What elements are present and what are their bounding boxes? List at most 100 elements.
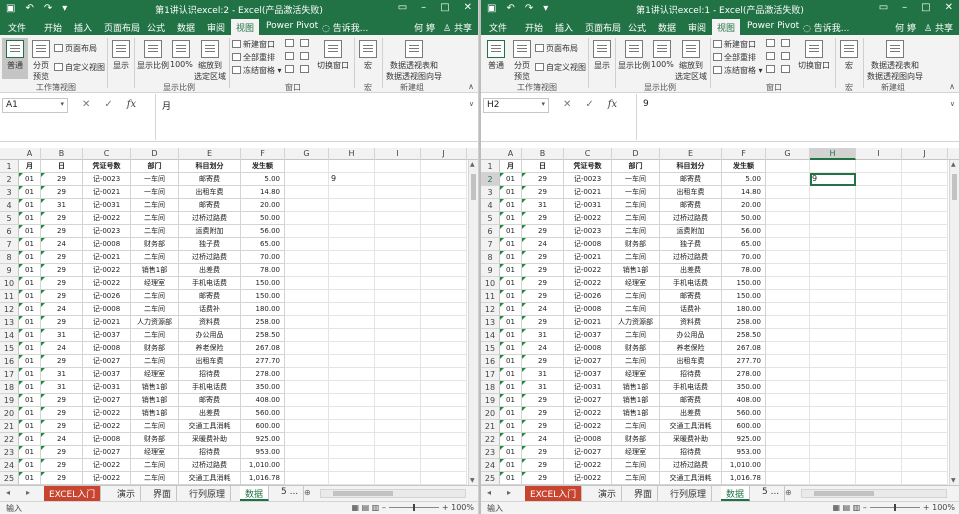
- table-cell[interactable]: 29: [41, 446, 83, 459]
- empty-cell[interactable]: [766, 303, 810, 316]
- user-name[interactable]: 何 婷: [414, 21, 435, 34]
- empty-cell[interactable]: [902, 199, 948, 212]
- table-cell[interactable]: 29: [522, 212, 564, 225]
- table-header-cell[interactable]: 发生额: [241, 160, 285, 173]
- show-button[interactable]: 显示: [111, 40, 131, 71]
- empty-cell[interactable]: [766, 277, 810, 290]
- empty-cell[interactable]: [421, 316, 467, 329]
- empty-cell[interactable]: [766, 160, 810, 173]
- empty-cell[interactable]: [375, 459, 421, 472]
- hide-button[interactable]: [285, 52, 296, 61]
- table-cell[interactable]: 350.00: [722, 381, 766, 394]
- table-cell[interactable]: 交通工具消耗: [660, 472, 722, 485]
- custom-view-button[interactable]: 自定义视图: [54, 62, 105, 73]
- table-cell[interactable]: 话费补: [660, 303, 722, 316]
- table-cell[interactable]: 31: [522, 199, 564, 212]
- table-cell[interactable]: 记-0022: [83, 420, 131, 433]
- table-cell[interactable]: 记-0021: [564, 186, 612, 199]
- table-cell[interactable]: 50.00: [722, 212, 766, 225]
- row-header[interactable]: 9: [0, 264, 19, 277]
- zoom-level[interactable]: 100%: [451, 503, 474, 512]
- empty-cell[interactable]: [375, 303, 421, 316]
- table-cell[interactable]: 29: [522, 394, 564, 407]
- table-cell[interactable]: 记-0027: [564, 355, 612, 368]
- empty-cell[interactable]: [810, 446, 856, 459]
- table-header-cell[interactable]: 日: [522, 160, 564, 173]
- empty-cell[interactable]: [856, 303, 902, 316]
- empty-cell[interactable]: [329, 342, 375, 355]
- table-cell[interactable]: 150.00: [722, 290, 766, 303]
- table-cell[interactable]: 养老保险: [660, 342, 722, 355]
- normal-view-button[interactable]: 普通: [483, 38, 509, 79]
- empty-cell[interactable]: [810, 342, 856, 355]
- table-cell[interactable]: 925.00: [241, 433, 285, 446]
- table-cell[interactable]: 31: [41, 199, 83, 212]
- empty-cell[interactable]: [856, 368, 902, 381]
- column-header-g[interactable]: G: [766, 148, 810, 160]
- empty-cell[interactable]: [902, 173, 948, 186]
- empty-cell[interactable]: [902, 459, 948, 472]
- table-cell[interactable]: 销售1部: [612, 407, 660, 420]
- empty-cell[interactable]: [329, 251, 375, 264]
- table-cell[interactable]: 记-0022: [83, 277, 131, 290]
- table-cell[interactable]: 一车间: [131, 173, 179, 186]
- empty-cell[interactable]: [375, 342, 421, 355]
- table-cell[interactable]: 出租车费: [179, 186, 241, 199]
- table-cell[interactable]: 560.00: [241, 407, 285, 420]
- empty-cell[interactable]: [329, 290, 375, 303]
- table-cell[interactable]: 销售1部: [131, 407, 179, 420]
- table-cell[interactable]: 采暖费补助: [660, 433, 722, 446]
- worksheet-grid[interactable]: ABCDEFGHIJ 1 月日凭证号数 部门 科目划分 发生额 2 01 29 记-0023 一车…: [481, 148, 959, 485]
- table-cell[interactable]: 记-0022: [83, 459, 131, 472]
- empty-cell[interactable]: [375, 290, 421, 303]
- table-cell[interactable]: 过桥过路费: [179, 251, 241, 264]
- table-cell[interactable]: 29: [522, 264, 564, 277]
- empty-cell[interactable]: [902, 225, 948, 238]
- zoom-100-button[interactable]: 100%: [651, 40, 674, 69]
- table-cell[interactable]: 408.00: [241, 394, 285, 407]
- empty-cell[interactable]: [766, 446, 810, 459]
- share-button[interactable]: ♙ 共享: [443, 21, 472, 34]
- row-header[interactable]: 13: [481, 316, 500, 329]
- unhide-button[interactable]: [766, 65, 777, 74]
- empty-cell[interactable]: [329, 368, 375, 381]
- empty-cell[interactable]: [902, 212, 948, 225]
- chevron-down-icon[interactable]: ▾: [541, 100, 545, 108]
- empty-cell[interactable]: [902, 342, 948, 355]
- empty-cell[interactable]: [421, 368, 467, 381]
- formula-input[interactable]: 9 ∨: [636, 94, 959, 140]
- table-cell[interactable]: 31: [41, 381, 83, 394]
- normal-mode-icon[interactable]: ▦: [352, 503, 360, 512]
- vertical-scrollbar[interactable]: ▲ ▼: [468, 160, 478, 485]
- table-cell[interactable]: 600.00: [722, 420, 766, 433]
- empty-cell[interactable]: [421, 251, 467, 264]
- table-cell[interactable]: 二车间: [131, 329, 179, 342]
- table-cell[interactable]: 过桥过路费: [179, 212, 241, 225]
- empty-cell[interactable]: [329, 160, 375, 173]
- table-cell[interactable]: 记-0022: [564, 407, 612, 420]
- empty-cell[interactable]: [329, 394, 375, 407]
- column-header-h[interactable]: H: [810, 148, 856, 160]
- value-cell-h2[interactable]: 9: [810, 173, 856, 186]
- empty-cell[interactable]: [856, 238, 902, 251]
- empty-cell[interactable]: [285, 238, 329, 251]
- name-box[interactable]: H2 ▾: [483, 98, 549, 113]
- empty-cell[interactable]: [329, 186, 375, 199]
- table-cell[interactable]: 29: [522, 173, 564, 186]
- empty-cell[interactable]: [329, 212, 375, 225]
- horizontal-scrollbar[interactable]: [801, 489, 947, 498]
- table-cell[interactable]: 01: [500, 394, 522, 407]
- table-cell[interactable]: 01: [500, 277, 522, 290]
- table-cell[interactable]: 01: [19, 238, 41, 251]
- table-cell[interactable]: 独子费: [660, 238, 722, 251]
- table-cell[interactable]: 记-0037: [564, 329, 612, 342]
- table-cell[interactable]: 01: [19, 472, 41, 485]
- zoom-100-button[interactable]: 100%: [170, 40, 193, 69]
- table-cell[interactable]: 财务部: [131, 342, 179, 355]
- hide-button[interactable]: [766, 52, 777, 61]
- table-cell[interactable]: 邮寄费: [179, 394, 241, 407]
- empty-cell[interactable]: [856, 277, 902, 290]
- row-header[interactable]: 21: [481, 420, 500, 433]
- undo-icon[interactable]: ↶: [506, 3, 514, 14]
- row-header[interactable]: 24: [0, 459, 19, 472]
